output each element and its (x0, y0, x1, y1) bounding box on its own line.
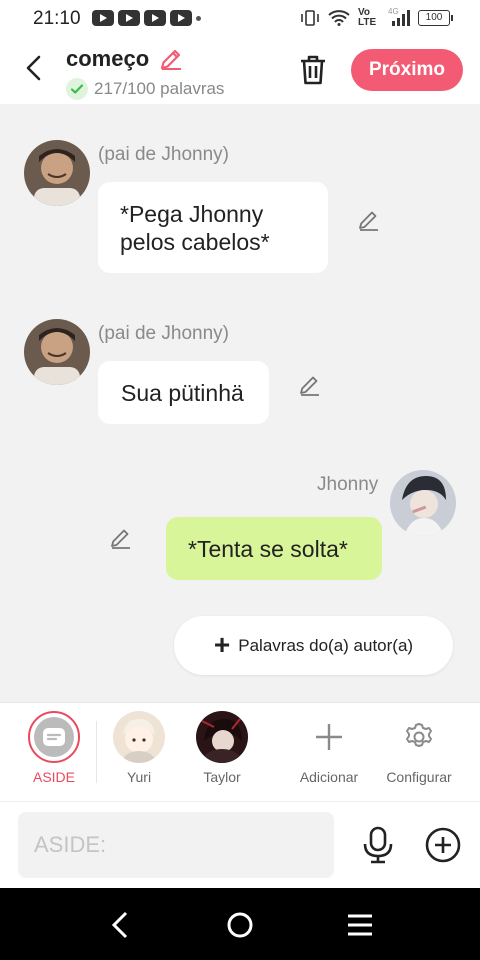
volte-label: Vo LTE (358, 7, 377, 28)
character-label: ASIDE (32, 769, 75, 785)
message-text: *Tenta se solta* (188, 536, 348, 562)
notification-icons (92, 10, 201, 26)
chapter-title[interactable]: começo (66, 46, 149, 72)
microphone-icon[interactable] (362, 826, 394, 864)
add-character-button[interactable]: Adicionar (296, 711, 362, 785)
plus-icon: + (213, 628, 231, 660)
youtube-icon (170, 10, 192, 26)
character-label: Taylor (203, 769, 241, 785)
add-author-words-label: Palavras do(a) autor(a) (238, 635, 414, 655)
youtube-icon (118, 10, 140, 26)
message-bubble[interactable]: *Pega Jhonny pelos cabelos* (98, 182, 328, 273)
add-circle-icon[interactable] (424, 826, 462, 864)
avatar-jhonny-father[interactable] (24, 319, 90, 385)
trash-icon[interactable] (298, 54, 328, 86)
edit-message-icon[interactable] (298, 373, 322, 397)
character-label: Yuri (126, 769, 152, 785)
signal-icon: 4G (388, 7, 410, 27)
aside-selected-ring (28, 711, 80, 763)
avatar-yuri (113, 711, 165, 763)
aside-icon (34, 717, 74, 757)
edit-message-icon[interactable] (109, 526, 133, 550)
avatar-jhonny[interactable] (390, 470, 456, 536)
message-text: Sua pütinhä (121, 380, 244, 406)
input-bar (0, 801, 480, 889)
status-bar: 21:10 Vo LTE 4G 100 (0, 0, 480, 36)
nav-home-icon[interactable] (225, 910, 255, 940)
add-character-label: Adicionar (299, 769, 359, 785)
clock: 21:10 (33, 8, 81, 29)
character-taylor[interactable]: Taylor (192, 711, 252, 785)
message-author: Jhonny (317, 474, 379, 495)
word-count-text: 217/100 palavras (94, 79, 225, 98)
word-count: 217/100 palavras (66, 78, 224, 100)
back-arrow-icon[interactable] (22, 54, 46, 82)
settings-button[interactable]: Configurar (384, 711, 454, 785)
add-icon (303, 711, 355, 763)
wifi-icon (328, 10, 350, 26)
divider (96, 721, 97, 783)
message-author: (pai de Jhonny) (98, 144, 229, 165)
nav-back-icon[interactable] (106, 910, 136, 940)
edit-title-icon[interactable] (158, 46, 184, 72)
character-yuri[interactable]: Yuri (109, 711, 169, 785)
avatar-jhonny-father[interactable] (24, 140, 90, 206)
gear-icon (393, 711, 445, 763)
settings-label: Configurar (386, 769, 452, 785)
check-icon (66, 78, 88, 100)
character-bar: ASIDE Yuri Taylor Adicionar Configurar (0, 702, 480, 802)
avatar-taylor (196, 711, 248, 763)
system-icons: Vo LTE 4G 100 (300, 7, 453, 28)
add-author-words-button[interactable]: + Palavras do(a) autor(a) (174, 616, 453, 675)
message-text: *Pega Jhonny pelos cabelos* (120, 201, 270, 255)
youtube-icon (144, 10, 166, 26)
battery-icon: 100 (418, 10, 453, 26)
message-author: (pai de Jhonny) (98, 323, 229, 344)
character-aside[interactable]: ASIDE (24, 711, 84, 785)
youtube-icon (92, 10, 114, 26)
more-notifications-icon (196, 15, 201, 21)
nav-menu-icon[interactable] (345, 910, 375, 940)
header: começo 217/100 palavras Próximo (0, 36, 480, 104)
vibrate-icon (301, 10, 319, 26)
message-bubble-own[interactable]: *Tenta se solta* (166, 517, 382, 580)
navigation-bar (0, 888, 480, 960)
next-button[interactable]: Próximo (351, 49, 463, 91)
message-bubble[interactable]: Sua pütinhä (98, 361, 269, 424)
message-input[interactable] (18, 812, 334, 878)
edit-message-icon[interactable] (357, 208, 381, 232)
